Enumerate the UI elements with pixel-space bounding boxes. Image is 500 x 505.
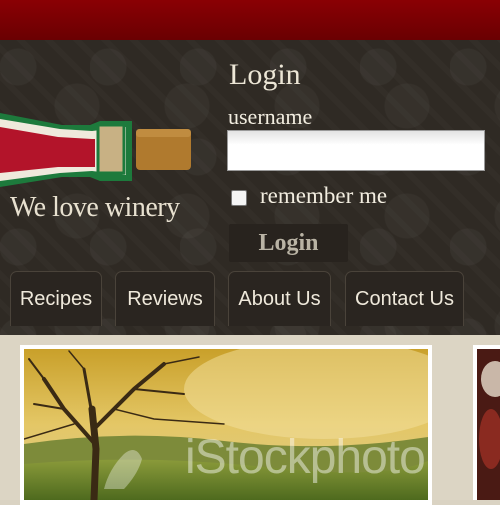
- nav-tab-about-us[interactable]: About Us: [228, 271, 331, 326]
- login-button[interactable]: Login: [229, 224, 348, 262]
- username-label: username: [228, 104, 313, 129]
- site-tagline: We love winery: [10, 192, 180, 223]
- remember-me-checkbox[interactable]: [231, 190, 247, 206]
- nav-tab-recipes[interactable]: Recipes: [10, 271, 102, 326]
- side-photo: [477, 349, 500, 500]
- remember-me-label: remember me: [260, 183, 388, 208]
- login-title: Login: [229, 58, 301, 91]
- istockphoto-watermark: iStockphoto: [185, 431, 426, 484]
- nav-tab-reviews[interactable]: Reviews: [115, 271, 215, 326]
- top-bar: [0, 0, 500, 40]
- username-input[interactable]: [227, 130, 485, 171]
- nav-tab-contact-us[interactable]: Contact Us: [345, 271, 464, 326]
